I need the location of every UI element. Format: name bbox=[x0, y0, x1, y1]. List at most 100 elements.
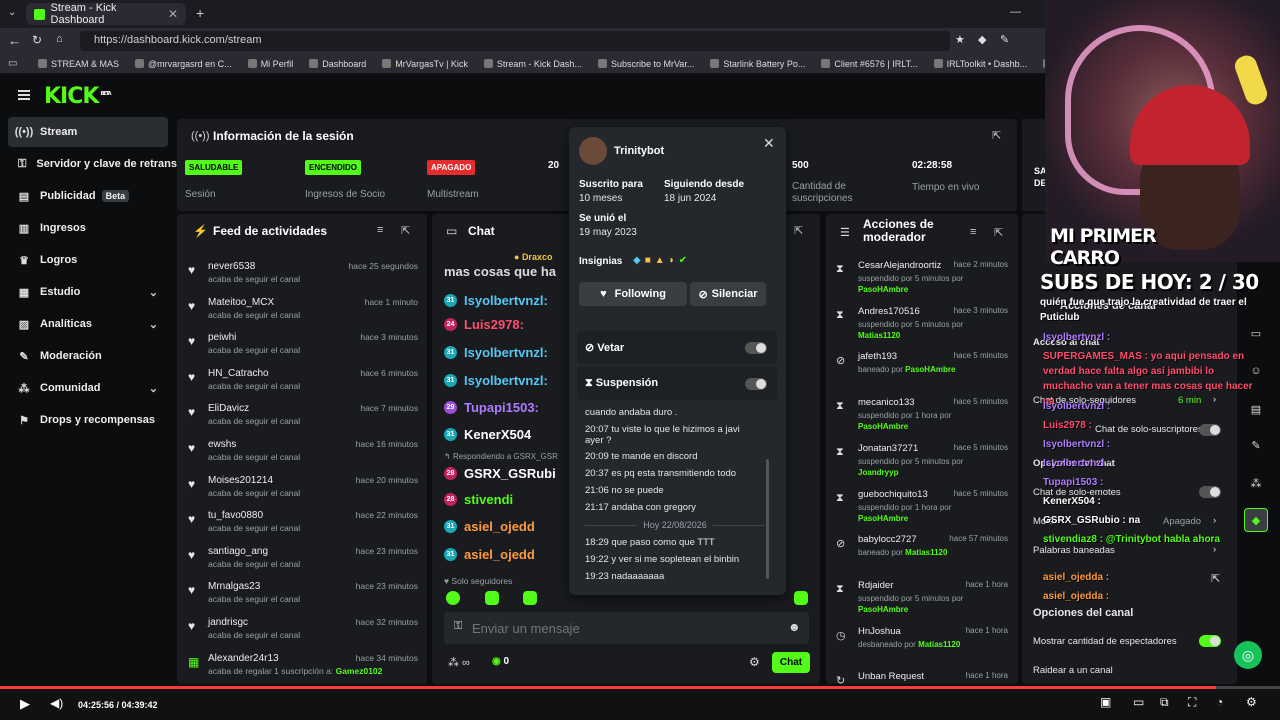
mod-by-user[interactable]: PasoHAmbre bbox=[858, 422, 908, 431]
bookmark-item[interactable]: Dashboard bbox=[301, 59, 374, 69]
bookmark-item[interactable]: IRLToolkit • Dashb... bbox=[926, 59, 1036, 69]
emote-icon[interactable] bbox=[523, 591, 537, 605]
chat-username[interactable]: Isyolbertvnzl: bbox=[464, 345, 548, 360]
chat-username[interactable]: Luis2978: bbox=[464, 317, 524, 332]
extension-icon[interactable]: ◆ bbox=[978, 33, 986, 46]
chat-username[interactable]: KenerX504 bbox=[464, 427, 531, 442]
volume-icon[interactable]: ◀) bbox=[50, 696, 63, 710]
chat-username[interactable]: Tupapi1503: bbox=[464, 400, 539, 415]
sidebar-item-income[interactable]: ▥ Ingresos bbox=[8, 213, 168, 243]
sidebar-item-ads[interactable]: ▤ Publicidad Beta bbox=[8, 181, 168, 211]
feed-username[interactable]: Moises201214 bbox=[208, 475, 273, 486]
settings-gear-icon[interactable]: ⚙ bbox=[749, 655, 760, 669]
new-tab-icon[interactable]: + bbox=[196, 5, 204, 21]
bookmark-star-icon[interactable]: ★ bbox=[955, 33, 965, 46]
emote-icon[interactable] bbox=[446, 591, 460, 605]
reload-icon[interactable]: ↻ bbox=[32, 33, 42, 47]
raid-setting[interactable]: Raidear a un canal bbox=[1033, 665, 1113, 676]
speed-icon[interactable]: ◔ bbox=[1216, 695, 1223, 709]
bookmark-item[interactable]: MrVargasTv | Kick bbox=[374, 59, 476, 69]
chevron-down-icon[interactable]: ⌄ bbox=[149, 318, 158, 331]
feed-username[interactable]: Mrnalgas23 bbox=[208, 581, 260, 592]
close-icon[interactable]: ✕ bbox=[763, 135, 775, 152]
pip-icon[interactable]: ⧉ bbox=[1160, 695, 1169, 710]
fullscreen-icon[interactable]: ⛶ bbox=[1188, 695, 1196, 710]
sidebar-item-community[interactable]: ⁂ Comunidad ⌄ bbox=[8, 373, 168, 403]
home-icon[interactable]: ⌂ bbox=[56, 33, 63, 45]
chat-message-input[interactable] bbox=[472, 616, 772, 640]
sidebar-item-stream[interactable]: ((•)) Stream bbox=[8, 117, 168, 147]
mod-target-user[interactable]: Unban Request bbox=[858, 671, 924, 682]
url-input[interactable]: https://dashboard.kick.com/stream bbox=[80, 31, 950, 51]
close-tab-icon[interactable]: ✕ bbox=[168, 7, 178, 21]
emote-icon[interactable] bbox=[485, 591, 499, 605]
chat-username[interactable]: stivendi bbox=[464, 492, 513, 507]
chevron-down-icon[interactable]: ⌄ bbox=[149, 286, 158, 299]
mod-by-user[interactable]: PasoHAmbre bbox=[858, 605, 908, 614]
mod-by-user[interactable]: Matias1120 bbox=[918, 640, 960, 649]
feed-username[interactable]: jandrisgc bbox=[208, 617, 248, 628]
mod-target-user[interactable]: jafeth193 bbox=[858, 351, 897, 362]
feed-username[interactable]: EliDavicz bbox=[208, 403, 249, 414]
tab-list-icon[interactable]: ⌄ bbox=[8, 7, 16, 18]
bookmark-item[interactable]: Starlink Battery Po... bbox=[702, 59, 813, 69]
feed-username[interactable]: Alexander24r13 bbox=[208, 653, 279, 664]
feed-username[interactable]: santiago_ang bbox=[208, 546, 268, 557]
miniplayer-icon[interactable]: ▣ bbox=[1100, 695, 1111, 709]
chat-username[interactable]: Isyolbertvnzl: bbox=[464, 293, 548, 308]
following-button[interactable]: ♥ Following bbox=[579, 282, 687, 306]
play-icon[interactable]: ▶ bbox=[20, 696, 30, 712]
mod-target-user[interactable]: Jonatan37271 bbox=[858, 443, 918, 454]
gift-recipient[interactable]: Gamez0102 bbox=[336, 666, 383, 676]
mod-target-user[interactable]: CesarAlejandroortiz bbox=[858, 260, 941, 271]
popout-icon[interactable]: ⇱ bbox=[794, 224, 803, 237]
timeout-toggle[interactable] bbox=[745, 378, 767, 390]
sidebar-item-analytics[interactable]: ▨ Analíticas ⌄ bbox=[8, 309, 168, 339]
kick-logo[interactable]: KICK BETA bbox=[44, 84, 112, 109]
sidebar-item-moderation[interactable]: ✎ Moderación bbox=[8, 341, 168, 371]
feed-username[interactable]: tu_favo0880 bbox=[208, 510, 263, 521]
scrollbar[interactable] bbox=[766, 459, 769, 579]
bookmark-item[interactable]: Client #6576 | IRLT... bbox=[813, 59, 925, 69]
mod-target-user[interactable]: mecanico133 bbox=[858, 397, 915, 408]
sidebar-toggle-icon[interactable]: ▭ bbox=[8, 58, 17, 69]
hamburger-menu-icon[interactable] bbox=[18, 90, 30, 100]
popout-icon[interactable]: ⇱ bbox=[401, 224, 410, 237]
help-chat-button[interactable]: ◎ bbox=[1234, 641, 1262, 669]
popup-username[interactable]: Trinitybot bbox=[614, 145, 664, 157]
show-viewers-setting[interactable]: Mostrar cantidad de espectadores bbox=[1033, 636, 1177, 647]
bookmark-item[interactable]: Subscribe to MrVar... bbox=[590, 59, 702, 69]
sidebar-item-trophy[interactable]: ♛ Logros bbox=[8, 245, 168, 275]
minimize-icon[interactable]: — bbox=[1010, 6, 1021, 18]
feed-username[interactable]: ewshs bbox=[208, 439, 236, 450]
chevron-down-icon[interactable]: ⌄ bbox=[149, 382, 158, 395]
settings-gear-icon[interactable]: ⚙ bbox=[1246, 695, 1257, 709]
video-progress-bar[interactable] bbox=[0, 686, 1280, 689]
chat-users-icon[interactable]: ⁂ ∞ bbox=[448, 656, 470, 669]
chat-input-box[interactable]: ⚿ ☻ bbox=[444, 612, 809, 644]
browser-tab[interactable]: Stream - Kick Dashboard ✕ bbox=[26, 2, 186, 26]
mod-by-user[interactable]: Matias1120 bbox=[905, 548, 947, 557]
mod-by-user[interactable]: PasoHAmbre bbox=[858, 514, 908, 523]
popout-icon[interactable]: ⇱ bbox=[994, 226, 1003, 239]
filter-icon[interactable]: ≡ bbox=[377, 224, 383, 236]
popout-icon[interactable]: ⇱ bbox=[992, 129, 1001, 142]
mod-by-user[interactable]: PasoHAmbre bbox=[858, 285, 908, 294]
sidebar-item-key[interactable]: ⚿ Servidor y clave de retrans bbox=[8, 149, 177, 179]
ban-toggle[interactable] bbox=[745, 342, 767, 354]
chat-username[interactable]: asiel_ojedd bbox=[464, 519, 535, 534]
bookmark-item[interactable]: Stream - Kick Dash... bbox=[476, 59, 590, 69]
moderation-rail-icon[interactable]: ◆ bbox=[1244, 508, 1268, 532]
sidebar-item-studio[interactable]: ▦ Estudio ⌄ bbox=[8, 277, 168, 307]
chat-username[interactable]: Isyolbertvnzl: bbox=[464, 373, 548, 388]
mod-target-user[interactable]: babylocc2727 bbox=[858, 534, 917, 545]
mod-target-user[interactable]: HnJoshua bbox=[858, 626, 901, 637]
chat-username[interactable]: asiel_ojedd bbox=[464, 547, 535, 562]
bookmark-item[interactable]: Mi Perfil bbox=[240, 59, 302, 69]
mod-target-user[interactable]: Rdjaider bbox=[858, 580, 893, 591]
wrench-rail-icon[interactable]: ✎ bbox=[1244, 433, 1268, 457]
send-chat-button[interactable]: Chat bbox=[772, 652, 810, 673]
mod-target-user[interactable]: guebochiquito13 bbox=[858, 489, 928, 500]
back-icon[interactable]: ← bbox=[8, 33, 21, 48]
sidebar-item-drops[interactable]: ⚑ Drops y recompensas bbox=[8, 405, 168, 435]
